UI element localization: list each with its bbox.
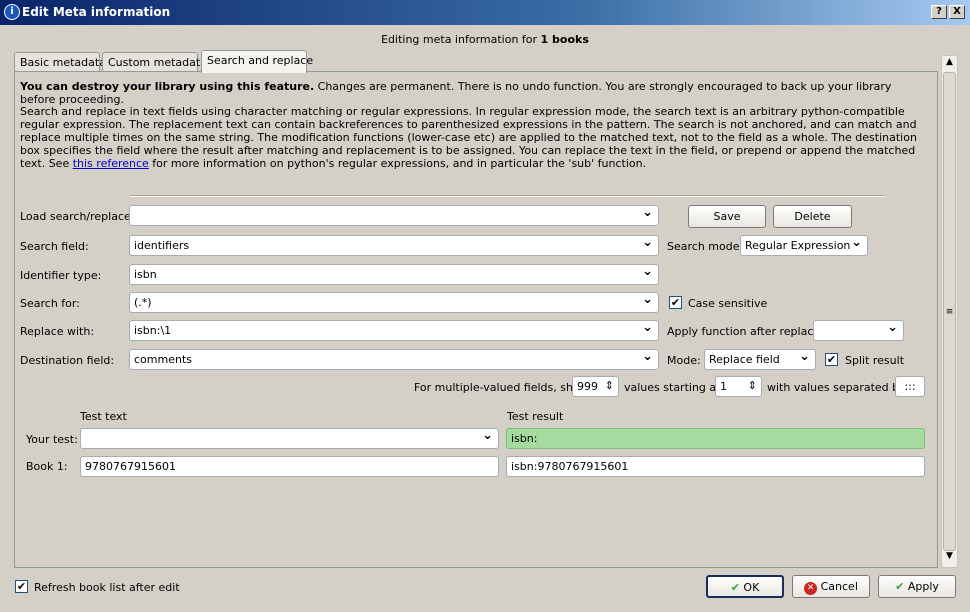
warning-text: You can destroy your library using this … [20,80,930,106]
mode-combo[interactable]: Replace field [704,349,816,370]
replace-with-input[interactable]: isbn:\1 [129,320,659,341]
cancel-icon: ✕ [804,582,818,595]
case-sensitive-checkbox[interactable]: ✔ [669,296,682,309]
book1-text[interactable]: 9780767915601 [80,456,499,477]
window-title: Edit Meta information [22,5,171,19]
apply-label: Apply [907,580,939,593]
title-bar: i Edit Meta information ? X [0,0,970,25]
book1-label: Book 1: [26,460,68,473]
help-button[interactable]: ? [931,5,947,19]
search-mode-label: Search mode: [667,240,744,253]
multi-valued-label: For multiple-valued fields, show [414,381,589,394]
load-search-replace-combo[interactable] [129,205,659,226]
cancel-button[interactable]: ✕ Cancel [792,575,870,598]
dialog-heading: Editing meta information for 1 books [0,33,970,46]
warning-bold: You can destroy your library using this … [20,80,315,93]
ok-button[interactable]: ✔ OK [706,575,784,598]
search-for-input[interactable]: (.*) [129,292,659,313]
replace-with-label: Replace with: [20,325,95,338]
tab-search-and-replace[interactable]: Search and replace [201,50,313,73]
starting-at-label: values starting at [624,381,721,394]
load-label: Load search/replace: [20,210,135,223]
search-field-label: Search field: [20,240,89,253]
separator-label: with values separated by [767,381,906,394]
tab-custom-metadata[interactable]: Custom metadata [102,52,207,72]
check-icon: ✔ [730,581,740,594]
scroll-down-icon[interactable]: ▼ [943,551,956,566]
show-count-spinbox[interactable]: 999 [572,376,619,397]
mode-label: Mode: [667,354,701,367]
description-tail: for more information on python's regular… [148,157,647,170]
scrollbar[interactable]: ▲ ≡ ▼ [941,55,958,568]
app-icon: i [4,4,20,20]
divider [130,195,885,197]
reference-link[interactable]: this reference [73,157,149,170]
test-text-header: Test text [80,410,127,423]
split-result-label: Split result [845,354,905,367]
your-test-input[interactable] [80,428,499,449]
check-icon: ✔ [895,580,905,593]
cancel-label: Cancel [820,580,858,593]
refresh-checkbox[interactable]: ✔ [15,580,28,593]
identifier-type-combo[interactable]: isbn [129,264,659,285]
search-for-label: Search for: [20,297,80,310]
separator-input[interactable]: ::: [895,376,925,397]
save-button[interactable]: Save [688,205,766,228]
apply-button[interactable]: ✔ Apply [878,575,956,598]
delete-button[interactable]: Delete [773,205,852,228]
book1-result: isbn:9780767915601 [506,456,925,477]
scroll-up-icon[interactable]: ▲ [943,57,956,72]
ok-label: OK [743,581,760,594]
your-test-result: isbn: [506,428,925,449]
search-mode-combo[interactable]: Regular Expression [740,235,868,256]
refresh-label: Refresh book list after edit [34,581,180,594]
destination-field-combo[interactable]: comments [129,349,659,370]
split-result-checkbox[interactable]: ✔ [825,353,838,366]
case-sensitive-label: Case sensitive [688,297,768,310]
starting-at-spinbox[interactable]: 1 [715,376,762,397]
close-button[interactable]: X [949,5,965,19]
tab-basic-metadata[interactable]: Basic metadata [14,52,106,72]
destination-label: Destination field: [20,354,115,367]
book-count: 1 books [540,33,589,46]
description-text: Search and replace in text fields using … [20,105,930,170]
search-field-combo[interactable]: identifiers [129,235,659,256]
heading-prefix: Editing meta information for [381,33,541,46]
apply-function-label: Apply function after replace: [667,325,824,338]
scroll-thumb[interactable]: ≡ [943,72,956,551]
test-result-header: Test result [507,410,564,423]
identifier-type-label: Identifier type: [20,269,102,282]
apply-function-combo[interactable] [813,320,904,341]
your-test-label: Your test: [26,433,78,446]
